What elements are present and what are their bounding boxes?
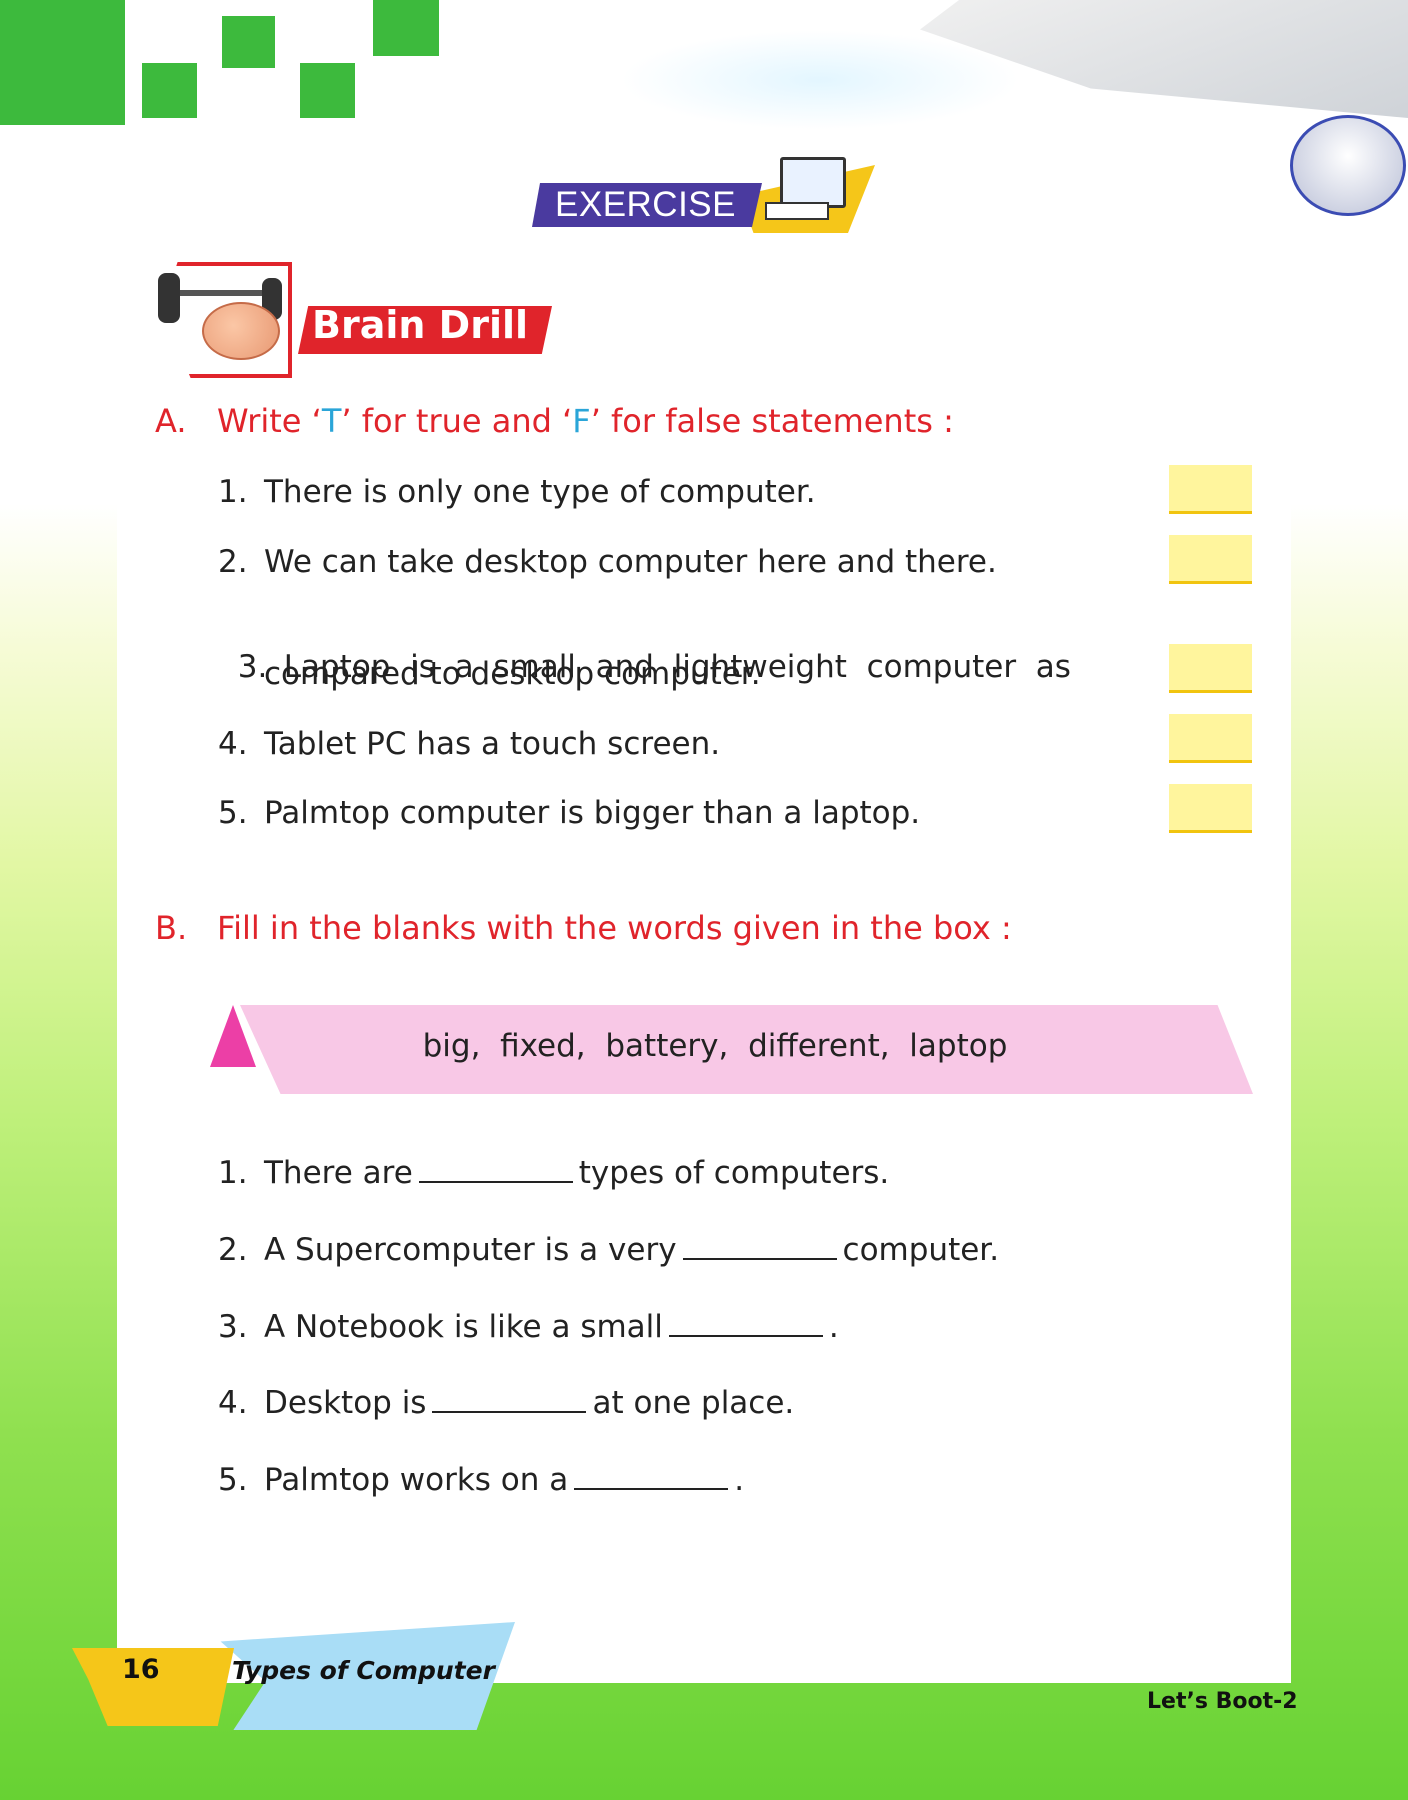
answer-box-1[interactable]	[1169, 465, 1252, 514]
fill-blank-4: 4. Desktop is at one place.	[218, 1385, 794, 1421]
brain-drill-title: Brain Drill	[312, 303, 529, 347]
sentence-start: A Notebook is like a small	[264, 1309, 663, 1345]
weight-icon	[158, 273, 180, 323]
true-letter: T	[321, 402, 342, 440]
answer-box-2[interactable]	[1169, 535, 1252, 584]
item-number: 4.	[218, 1385, 248, 1421]
sentence-start: Desktop is	[264, 1385, 427, 1421]
answer-box-3[interactable]	[1169, 644, 1252, 693]
blank-line[interactable]	[418, 1155, 573, 1183]
section-b-heading: B. Fill in the blanks with the words give…	[155, 909, 1012, 947]
item-number: 3.	[218, 1309, 248, 1345]
statement-1: 1. There is only one type of computer.	[218, 474, 816, 510]
item-number: 5.	[218, 1462, 248, 1498]
statement-5: 5. Palmtop computer is bigger than a lapt…	[218, 795, 920, 831]
sentence-end: computer.	[842, 1232, 1000, 1268]
section-a-label: A.	[155, 402, 187, 440]
sentence-end: .	[828, 1309, 839, 1345]
green-square	[142, 63, 197, 118]
statement-2: 2. We can take desktop computer here and …	[218, 544, 997, 580]
green-corner-block	[0, 0, 125, 125]
sentence-end: .	[734, 1462, 745, 1498]
statement-text: Palmtop computer is bigger than a laptop…	[264, 795, 921, 831]
instruction-text: Fill in the blanks with the words given …	[217, 909, 1012, 947]
green-square	[222, 16, 275, 68]
decorative-swirl	[620, 30, 1020, 130]
item-number: 5.	[218, 795, 248, 831]
statement-3-continued: compared to desktop computer.	[264, 656, 761, 692]
statement-text: We can take desktop computer here and th…	[264, 544, 997, 580]
fill-blank-3: 3. A Notebook is like a small.	[218, 1309, 839, 1345]
page-panel	[117, 0, 1291, 1683]
sentence-start: A Supercomputer is a very	[264, 1232, 677, 1268]
item-number: 1.	[218, 1155, 248, 1191]
blank-line[interactable]	[574, 1462, 729, 1490]
blank-line[interactable]	[682, 1232, 837, 1260]
sentence-start: There are	[264, 1155, 413, 1191]
section-b-label: B.	[155, 909, 188, 947]
answer-box-4[interactable]	[1169, 714, 1252, 763]
brain-icon	[202, 302, 280, 360]
sentence-start: Palmtop works on a	[264, 1462, 569, 1498]
instruction-text: Write ‘	[217, 402, 322, 440]
statement-4: 4. Tablet PC has a touch screen.	[218, 726, 720, 762]
fill-blank-2: 2. A Supercomputer is a very computer.	[218, 1232, 999, 1268]
fill-blank-1: 1. There are types of computers.	[218, 1155, 889, 1191]
green-square	[373, 0, 439, 56]
section-a-heading: A. Write ‘T’ for true and ‘F’ for false s…	[155, 402, 954, 440]
false-letter: F	[572, 402, 591, 440]
chapter-title: Types of Computer	[232, 1656, 495, 1685]
keyboard-icon	[765, 202, 829, 220]
mouse-image	[1290, 115, 1406, 216]
fill-blank-5: 5. Palmtop works on a.	[218, 1462, 744, 1498]
answer-box-5[interactable]	[1169, 784, 1252, 833]
book-title: Let’s Boot-2	[1147, 1689, 1298, 1714]
instruction-text: ’ for true and ‘	[341, 402, 573, 440]
page-number: 16	[122, 1654, 160, 1685]
instruction-text: ’ for false statements :	[590, 402, 954, 440]
sentence-end: types of computers.	[578, 1155, 890, 1191]
statement-text: Tablet PC has a touch screen.	[264, 726, 721, 762]
word-list: big, fixed, battery, different, laptop	[422, 1028, 1008, 1064]
blank-line[interactable]	[668, 1309, 823, 1337]
item-number: 2.	[218, 544, 248, 580]
statement-text: There is only one type of computer.	[264, 474, 816, 510]
item-number: 2.	[218, 1232, 248, 1268]
item-number: 4.	[218, 726, 248, 762]
blank-line[interactable]	[432, 1385, 587, 1413]
sentence-end: at one place.	[592, 1385, 795, 1421]
green-square	[300, 63, 355, 118]
statement-text: compared to desktop computer.	[264, 656, 761, 692]
item-number: 1.	[218, 474, 248, 510]
exercise-title: EXERCISE	[555, 185, 736, 224]
computer-icon	[780, 157, 846, 208]
